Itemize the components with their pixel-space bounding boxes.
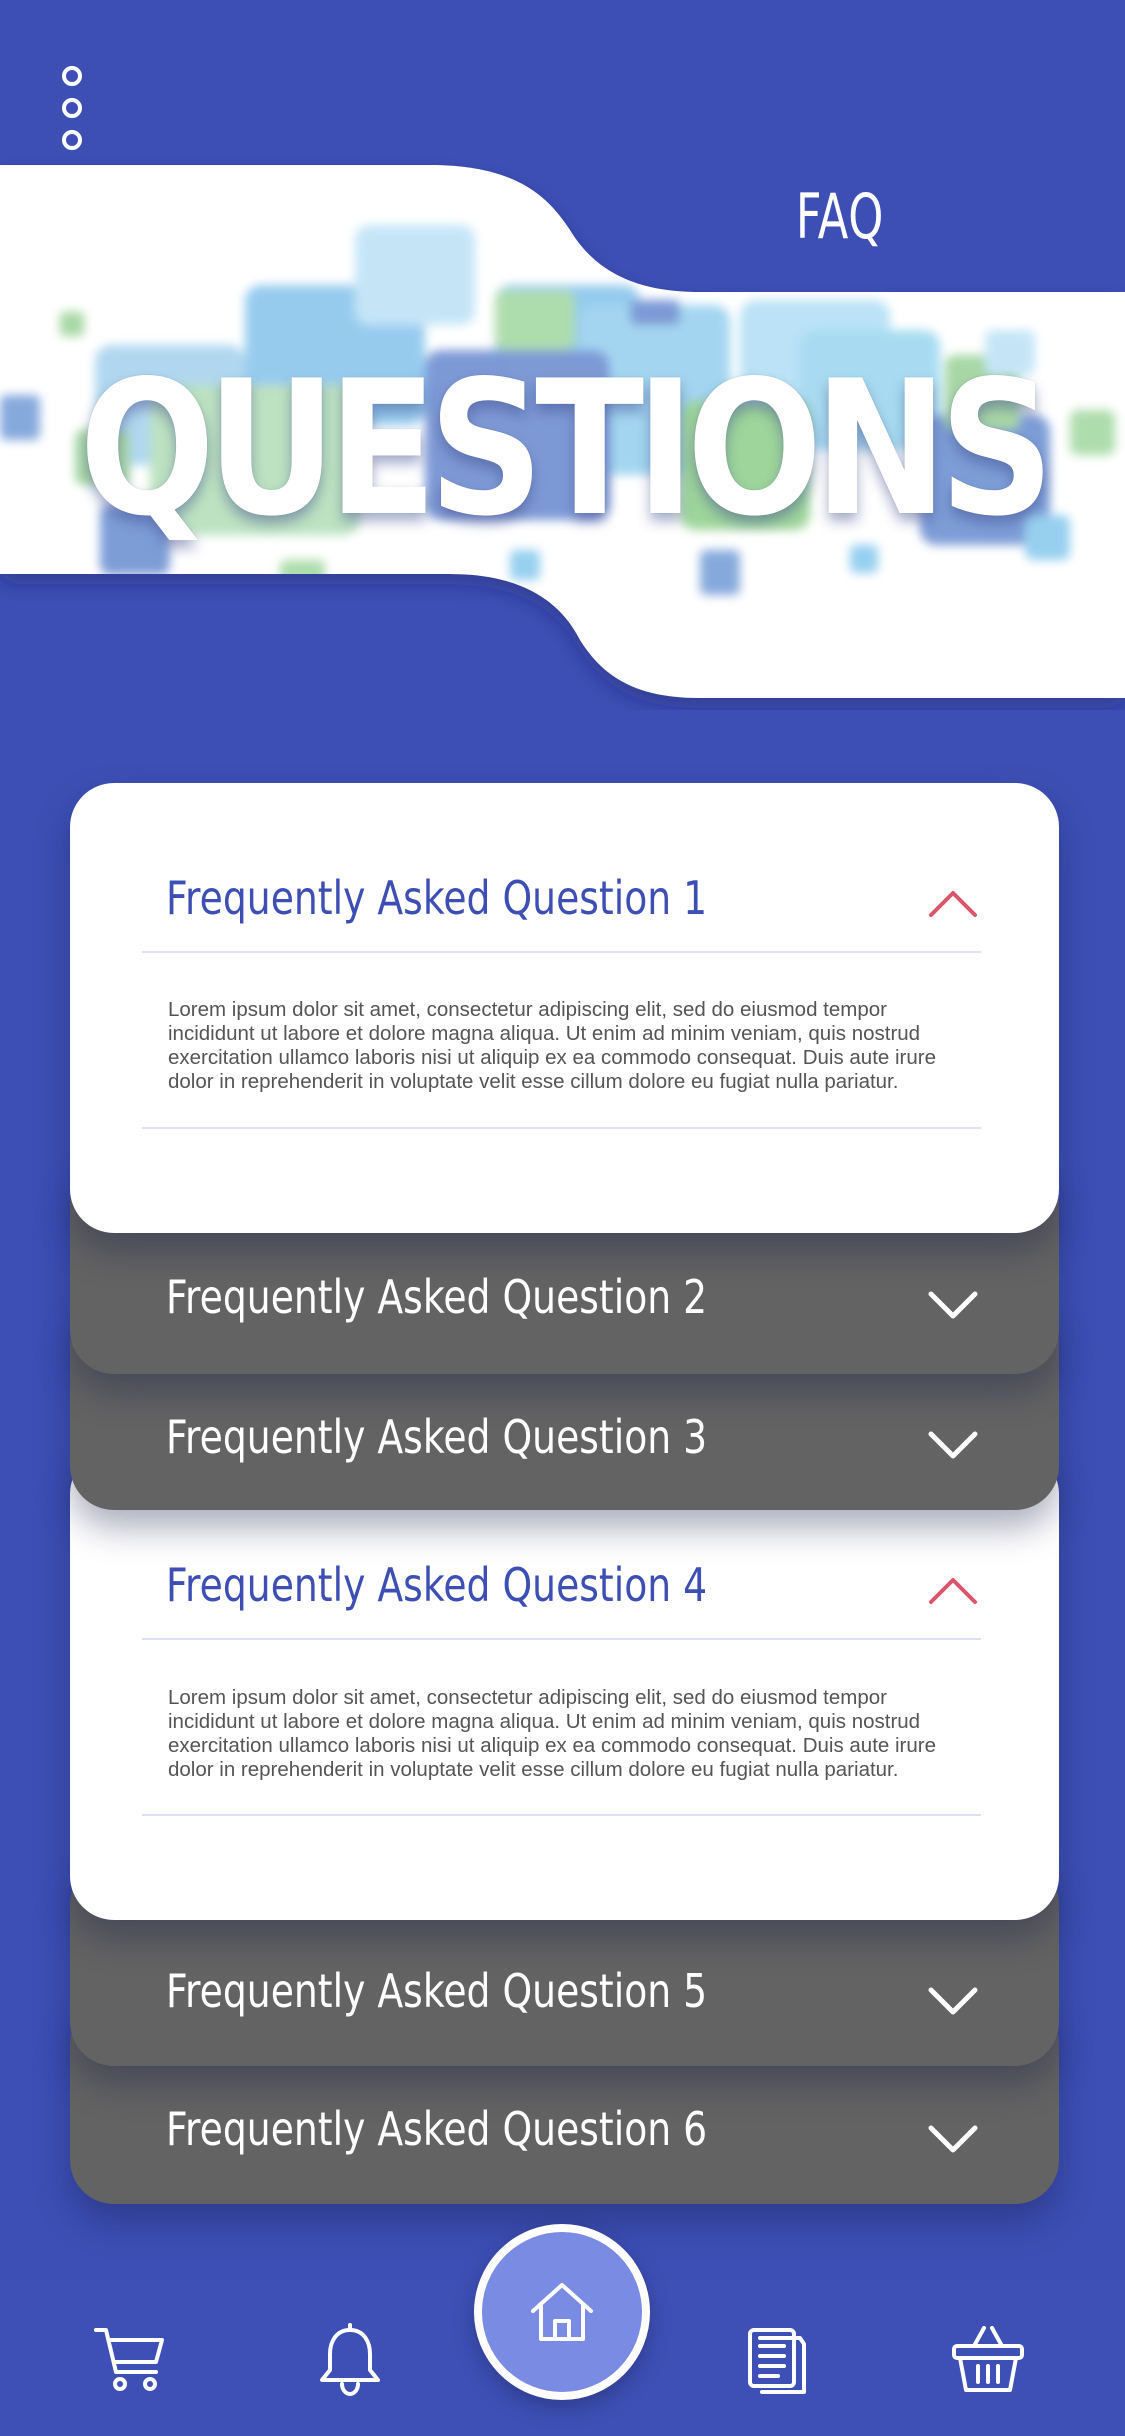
basket-icon[interactable] <box>950 2322 1026 2398</box>
divider <box>142 1127 981 1129</box>
bell-icon[interactable] <box>312 2322 388 2398</box>
menu-button[interactable] <box>56 66 88 150</box>
menu-dot-icon <box>62 98 82 118</box>
faq-question: Frequently Asked Question 5 <box>166 1964 708 2018</box>
faq-answer: Lorem ipsum dolor sit amet, consectetur … <box>168 1686 937 1781</box>
divider <box>142 1638 981 1640</box>
faq-item-1[interactable]: Frequently Asked Question 1 Lorem ipsum … <box>70 783 1059 1233</box>
menu-dot-icon <box>62 66 82 86</box>
faq-question[interactable]: Frequently Asked Question 1 <box>166 871 707 925</box>
chevron-up-icon[interactable] <box>927 889 979 919</box>
chevron-down-icon[interactable] <box>927 1290 979 1320</box>
chevron-down-icon[interactable] <box>927 1986 979 2016</box>
faq-question: Frequently Asked Question 3 <box>166 1410 708 1464</box>
hero-word: QUESTIONS <box>79 340 1054 557</box>
chevron-down-icon[interactable] <box>927 1430 979 1460</box>
home-icon <box>531 2283 593 2341</box>
document-icon[interactable] <box>740 2322 816 2398</box>
home-button[interactable] <box>474 2224 650 2400</box>
faq-question: Frequently Asked Question 6 <box>166 2102 708 2156</box>
divider <box>142 1814 981 1816</box>
faq-item-4[interactable]: Frequently Asked Question 4 Lorem ipsum … <box>70 1450 1059 1920</box>
faq-answer: Lorem ipsum dolor sit amet, consectetur … <box>168 998 937 1093</box>
faq-question: Frequently Asked Question 2 <box>166 1270 708 1324</box>
page-title: FAQ <box>795 180 885 253</box>
chevron-up-icon[interactable] <box>927 1576 979 1606</box>
divider <box>142 951 981 953</box>
cart-icon[interactable] <box>92 2322 168 2398</box>
menu-dot-icon <box>62 130 82 150</box>
faq-question[interactable]: Frequently Asked Question 4 <box>166 1558 707 1612</box>
chevron-down-icon[interactable] <box>927 2124 979 2154</box>
